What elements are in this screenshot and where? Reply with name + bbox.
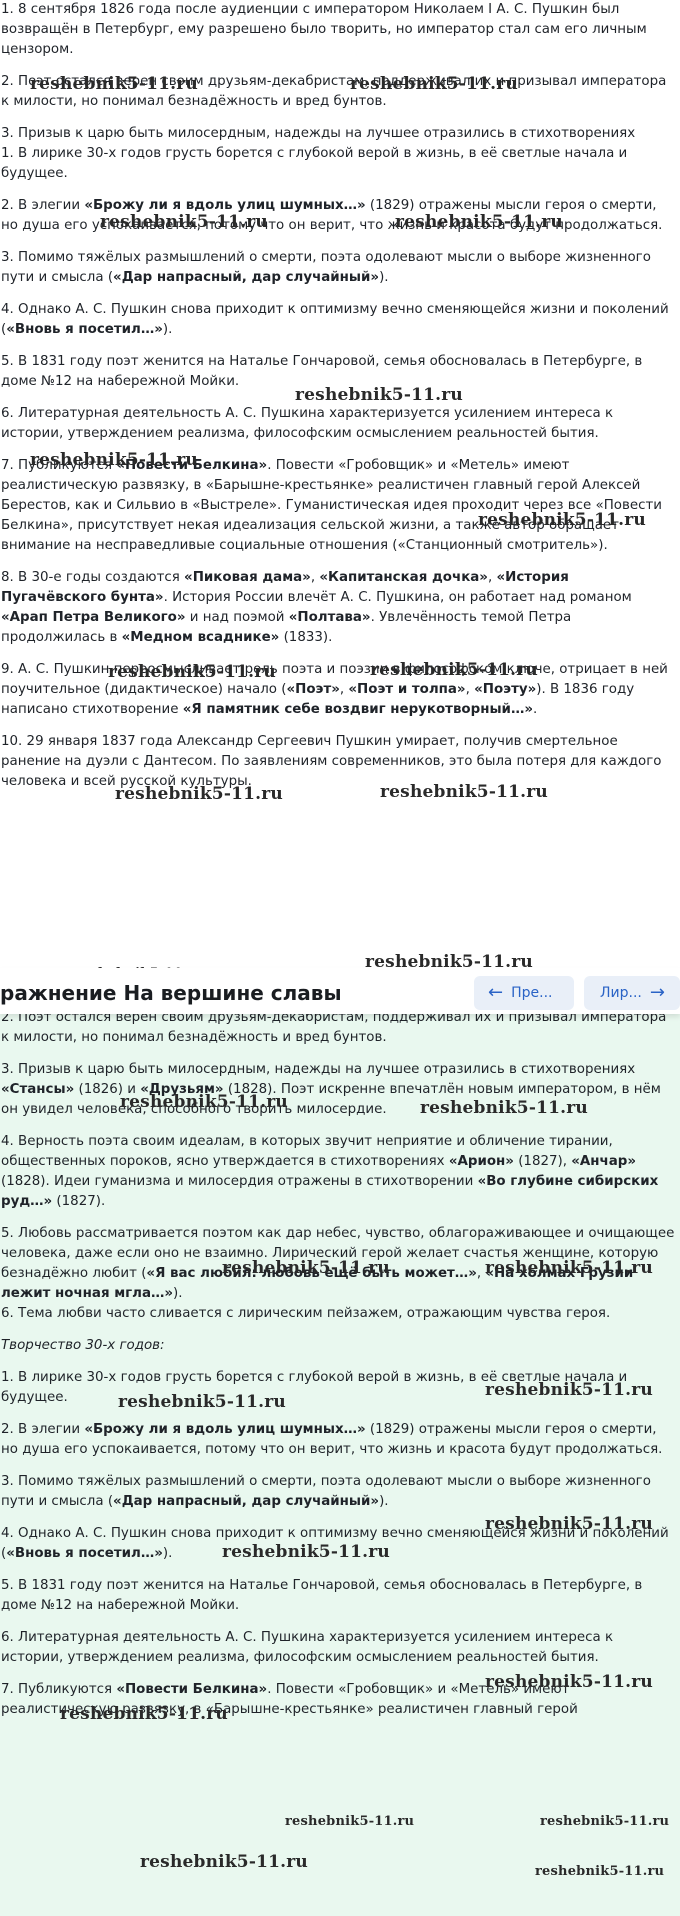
previous-button[interactable]: ← Пре... xyxy=(474,976,574,1010)
paragraph: 2. Поэт остался верен своим друзьям-дека… xyxy=(1,1014,667,1045)
paragraph: 9. А. С. Пушкин переосмысливает роль поэ… xyxy=(1,662,668,717)
watermark: reshebnik5-11.ru xyxy=(115,784,283,804)
watermark: reshebnik5-11.ru xyxy=(380,782,548,802)
article-text-lower: 2. Поэт остался верен своим друзьям-дека… xyxy=(0,1014,680,1916)
watermark: reshebnik5-11.ru xyxy=(100,212,268,232)
watermark: reshebnik5-11.ru xyxy=(350,74,518,94)
next-label: Лир... xyxy=(600,985,642,1001)
watermark: reshebnik5-11.ru xyxy=(295,385,463,405)
article-body-lower: 2. Поэт остался верен своим друзьям-дека… xyxy=(0,1014,680,1720)
watermark: reshebnik5-11.ru xyxy=(75,966,204,968)
paragraph: 6. Литературная деятельность А. С. Пушки… xyxy=(1,1630,614,1665)
watermark: reshebnik5-11.ru xyxy=(478,510,646,530)
paragraph: 1. 8 сентября 1826 года после аудиенции … xyxy=(1,2,647,57)
paragraph: 10. 29 января 1837 года Александр Сергее… xyxy=(1,734,662,789)
watermark: reshebnik5-11.ru xyxy=(140,1852,308,1872)
paragraph: 3. Помимо тяжёлых размышлений о смерти, … xyxy=(1,250,651,285)
watermark: reshebnik5-11.ru xyxy=(60,1704,228,1724)
watermark: reshebnik5-11.ru xyxy=(485,1258,653,1278)
exercise-header: ражнение На вершине славы ← Пре... Лир..… xyxy=(0,968,680,1014)
watermark: reshebnik5-11.ru xyxy=(365,952,533,968)
paragraph: Творчество 30-х годов: xyxy=(1,1338,165,1353)
exercise-title: ражнение На вершине славы xyxy=(0,981,342,1005)
paragraph: 2. В элегии «Брожу ли я вдоль улиц шумны… xyxy=(1,1422,663,1457)
article-text-upper: 1. 8 сентября 1826 года после аудиенции … xyxy=(0,0,680,968)
watermark: reshebnik5-11.ru xyxy=(485,1672,653,1692)
paragraph: 6. Тема любви часто сливается с лирическ… xyxy=(1,1306,611,1321)
next-button[interactable]: Лир... → xyxy=(584,976,680,1010)
watermark: reshebnik5-11.ru xyxy=(395,212,563,232)
watermark: reshebnik5-11.ru xyxy=(420,1098,588,1118)
watermark: reshebnik5-11.ru xyxy=(108,662,276,682)
paragraph: 4. Однако А. С. Пушкин снова приходит к … xyxy=(1,302,669,337)
paragraph: 3. Помимо тяжёлых размышлений о смерти, … xyxy=(1,1474,651,1509)
watermark: reshebnik5-11.ru xyxy=(120,1092,288,1112)
paragraph: 8. В 30-е годы создаются «Пиковая дама»,… xyxy=(1,570,632,645)
watermark: reshebnik5-11.ru xyxy=(222,1542,390,1562)
watermark: reshebnik5-11.ru xyxy=(222,1258,390,1278)
paragraph: 7. Публикуются «Повести Белкина». Повест… xyxy=(1,458,662,553)
watermark: reshebnik5-11.ru xyxy=(285,1814,415,1829)
arrow-right-icon: → xyxy=(649,982,665,1003)
paragraph: 4. Верность поэта своим идеалам, в котор… xyxy=(1,1134,659,1209)
paragraph: 1. В лирике 30-х годов грусть борется с … xyxy=(1,146,628,181)
watermark: reshebnik5-11.ru xyxy=(535,1864,665,1879)
watermark: reshebnik5-11.ru xyxy=(485,1380,653,1400)
watermark: reshebnik5-11.ru xyxy=(30,450,198,470)
paragraph: 5. В 1831 году поэт женится на Наталье Г… xyxy=(1,1578,643,1613)
watermark: reshebnik5-11.ru xyxy=(540,1814,670,1829)
arrow-left-icon: ← xyxy=(488,982,504,1003)
watermark: reshebnik5-11.ru xyxy=(370,660,538,680)
watermark: reshebnik5-11.ru xyxy=(118,1392,286,1412)
paragraph: 3. Призыв к царю быть милосердным, надеж… xyxy=(1,126,636,141)
paragraph: 6. Литературная деятельность А. С. Пушки… xyxy=(1,406,614,441)
previous-label: Пре... xyxy=(511,985,553,1001)
watermark: reshebnik5-11.ru xyxy=(30,74,198,94)
watermark: reshebnik5-11.ru xyxy=(485,1514,653,1534)
